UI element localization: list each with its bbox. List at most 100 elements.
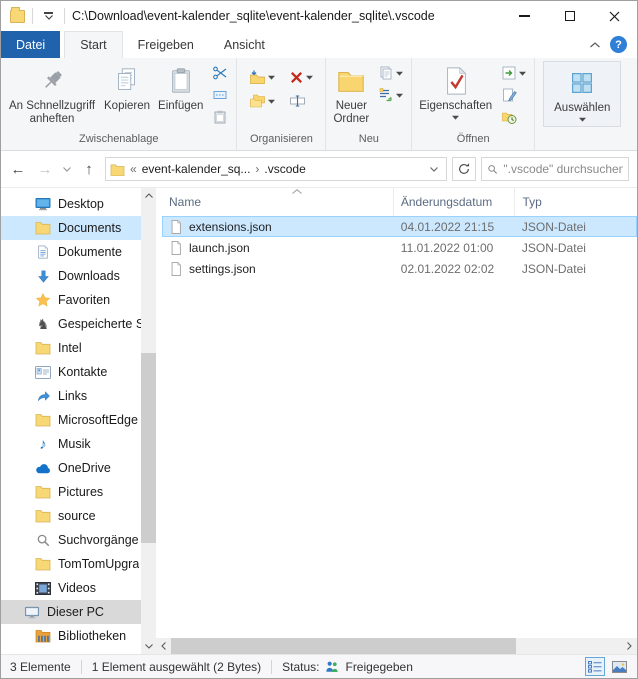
properties-button[interactable]: Eigenschaften — [415, 61, 496, 123]
column-header-type[interactable]: Typ — [515, 188, 637, 216]
search-input[interactable] — [503, 162, 623, 176]
status-label: Status: — [282, 660, 319, 674]
sidebar-item-videos[interactable]: Videos — [1, 576, 141, 600]
main-area: Desktop Documents Dokumente Downloads Fa… — [1, 188, 637, 654]
sidebar-item-dokumente[interactable]: Dokumente — [1, 240, 141, 264]
minimize-button[interactable] — [502, 1, 547, 31]
new-folder-button[interactable]: Neuer Ordner — [329, 61, 373, 129]
breadcrumb[interactable]: « event-kalender_sq... › .vscode — [105, 157, 447, 181]
sidebar-item-links[interactable]: Links — [1, 384, 141, 408]
sidebar-scrollbar[interactable] — [141, 188, 156, 654]
status-value: Freigegeben — [345, 660, 412, 674]
move-to-button[interactable] — [246, 67, 278, 87]
sidebar-item-downloads[interactable]: Downloads — [1, 264, 141, 288]
sidebar-item-desktop[interactable]: Desktop — [1, 192, 141, 216]
close-button[interactable] — [592, 1, 637, 31]
thumbnail-view-button[interactable] — [609, 657, 629, 676]
back-button[interactable]: ← — [7, 158, 29, 180]
folder-icon — [35, 340, 51, 356]
sidebar-item-documents[interactable]: Documents — [1, 216, 141, 240]
easy-access-button[interactable] — [375, 85, 406, 105]
sidebar-item-microsoftedge[interactable]: MicrosoftEdge — [1, 408, 141, 432]
sidebar-scroll-thumb[interactable] — [141, 353, 156, 543]
scroll-right-icon[interactable] — [622, 639, 637, 654]
sidebar-item-gespeicherte-s[interactable]: ♞ Gespeicherte S — [1, 312, 141, 336]
new-item-button[interactable] — [375, 63, 406, 83]
tab-file[interactable]: Datei — [1, 31, 60, 58]
folder-icon — [35, 484, 51, 500]
file-row-settings-json[interactable]: settings.json 02.01.2022 02:02 JSON-Date… — [162, 258, 637, 279]
sidebar-item-dieser-pc[interactable]: Dieser PC — [1, 600, 141, 624]
cut-button[interactable] — [209, 63, 231, 83]
edit-button[interactable] — [498, 85, 529, 105]
explorer-window: C:\Download\event-kalender_sqlite\event-… — [0, 0, 638, 679]
open-icon — [501, 65, 517, 81]
file-row-launch-json[interactable]: launch.json 11.01.2022 01:00 JSON-Datei — [162, 237, 637, 258]
sidebar-item-musik[interactable]: ♪ Musik — [1, 432, 141, 456]
breadcrumb-current[interactable]: .vscode — [264, 162, 305, 176]
group-new: Neuer Ordner Neu — [325, 58, 411, 150]
up-button[interactable]: ↑ — [78, 158, 100, 180]
properties-icon — [439, 64, 473, 98]
tab-share[interactable]: Freigeben — [123, 31, 209, 58]
sidebar-item-favoriten[interactable]: Favoriten — [1, 288, 141, 312]
move-to-icon — [249, 69, 266, 85]
quick-access-toolbar-dropdown[interactable] — [40, 9, 57, 23]
sidebar-item-intel[interactable]: Intel — [1, 336, 141, 360]
delete-button[interactable] — [286, 67, 316, 87]
sidebar-item-bibliotheken[interactable]: Bibliotheken — [1, 624, 141, 648]
paste-button[interactable]: Einfügen — [154, 61, 207, 116]
sidebar-item-kontakte[interactable]: Kontakte — [1, 360, 141, 384]
rename-icon — [289, 93, 306, 109]
links-icon — [35, 388, 51, 404]
details-view-button[interactable] — [585, 657, 605, 676]
help-icon[interactable]: ? — [610, 36, 627, 53]
address-dropdown-icon[interactable] — [426, 167, 442, 172]
scroll-down-icon[interactable] — [141, 639, 156, 654]
sidebar-item-tomtomupgra[interactable]: TomTomUpgra — [1, 552, 141, 576]
column-header-date[interactable]: Änderungsdatum — [394, 188, 516, 216]
breadcrumb-folder-icon — [110, 163, 125, 176]
download-icon — [35, 268, 51, 284]
pin-to-quick-access-button[interactable]: An Schnellzugriff anheften — [4, 61, 100, 129]
tab-view[interactable]: Ansicht — [209, 31, 280, 58]
history-button[interactable] — [498, 107, 529, 127]
search-box[interactable] — [481, 157, 629, 181]
folder-icon — [35, 412, 51, 428]
copy-to-button[interactable] — [246, 91, 278, 111]
refresh-button[interactable] — [452, 157, 476, 181]
rename-button[interactable] — [286, 91, 316, 111]
navigation-pane: Desktop Documents Dokumente Downloads Fa… — [1, 188, 156, 654]
sidebar-item-onedrive[interactable]: OneDrive — [1, 456, 141, 480]
sidebar-item-bilder[interactable]: Bilder — [1, 648, 141, 654]
history-icon — [501, 109, 517, 125]
horizontal-scroll-thumb[interactable] — [171, 638, 516, 654]
ribbon-tab-bar: Datei Start Freigeben Ansicht ? — [1, 31, 637, 58]
file-list-pane: Name Änderungsdatum Typ extensions.json … — [156, 188, 637, 654]
collapse-ribbon-icon[interactable] — [590, 42, 600, 48]
sidebar-item-source[interactable]: source — [1, 504, 141, 528]
file-row-extensions-json[interactable]: extensions.json 04.01.2022 21:15 JSON-Da… — [162, 216, 637, 237]
edit-icon — [501, 87, 517, 103]
recent-locations-dropdown[interactable] — [61, 158, 73, 180]
copy-to-icon — [249, 93, 266, 109]
file-icon — [169, 219, 184, 235]
breadcrumb-parent[interactable]: event-kalender_sq... — [142, 162, 251, 176]
horizontal-scrollbar[interactable] — [156, 638, 637, 654]
ribbon: An Schnellzugriff anheften Kopieren Einf… — [1, 58, 637, 151]
sort-ascending-icon — [292, 189, 302, 194]
sidebar-item-suchvorgänge[interactable]: Suchvorgänge — [1, 528, 141, 552]
copy-path-button[interactable] — [209, 85, 231, 105]
copy-button[interactable]: Kopieren — [100, 61, 154, 116]
scroll-left-icon[interactable] — [156, 639, 171, 654]
tab-start[interactable]: Start — [64, 31, 122, 58]
column-header-name[interactable]: Name — [162, 188, 394, 216]
scroll-up-icon[interactable] — [141, 188, 156, 203]
open-button[interactable] — [498, 63, 529, 83]
select-button[interactable]: Auswählen — [543, 61, 621, 127]
forward-button[interactable]: → — [34, 158, 56, 180]
music-icon: ♪ — [35, 436, 51, 452]
sidebar-item-pictures[interactable]: Pictures — [1, 480, 141, 504]
maximize-button[interactable] — [547, 1, 592, 31]
paste-shortcut-button[interactable] — [209, 107, 231, 127]
